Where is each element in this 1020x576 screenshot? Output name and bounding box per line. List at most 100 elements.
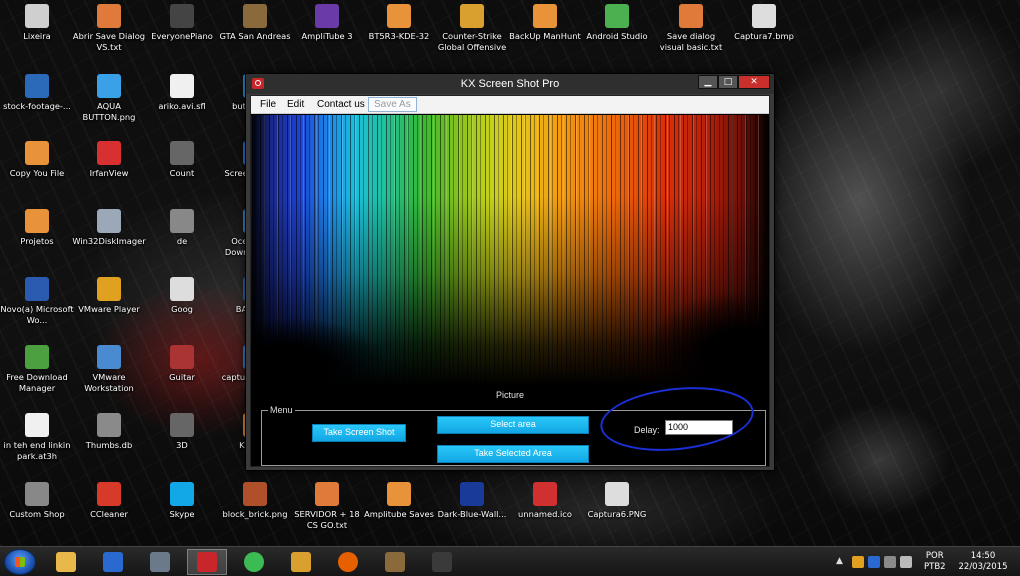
tray-app-icon[interactable] bbox=[852, 556, 864, 568]
taskbar-gta-button[interactable] bbox=[375, 549, 415, 575]
select-area-button[interactable]: Select area bbox=[437, 416, 589, 434]
language-indicator[interactable]: POR PTB2 bbox=[924, 551, 946, 573]
desktop-icon[interactable]: Guitar bbox=[145, 345, 219, 383]
tray-app-icon[interactable] bbox=[868, 556, 880, 568]
desktop-icon[interactable]: VMware Workstation bbox=[72, 345, 146, 394]
desktop-icon[interactable]: de bbox=[145, 209, 219, 247]
desktop-icon[interactable]: AQUA BUTTON.png bbox=[72, 74, 146, 123]
desktop-icon[interactable]: EveryonePiano bbox=[145, 4, 219, 42]
desktop-icon[interactable]: Novo(a) Microsoft Wo... bbox=[0, 277, 74, 326]
firefox-icon bbox=[338, 552, 358, 572]
take-screenshot-button[interactable]: Take Screen Shot bbox=[312, 424, 406, 442]
desktop-icon[interactable]: Captura7.bmp bbox=[727, 4, 801, 42]
menu-save-as[interactable]: Save As bbox=[368, 97, 417, 112]
desktop-icon[interactable]: in teh end linkin park.at3h bbox=[0, 413, 74, 462]
desktop-icon[interactable]: GTA San Andreas bbox=[218, 4, 292, 42]
desktop-icon[interactable]: Lixeira bbox=[0, 4, 74, 42]
desktop-icon-label: IrfanView bbox=[89, 168, 129, 178]
vmware-icon bbox=[97, 277, 121, 301]
taskbar-udk-button[interactable] bbox=[422, 549, 462, 575]
desktop-icon-label: Captura7.bmp bbox=[734, 31, 794, 41]
desktop-icon[interactable]: Thumbs.db bbox=[72, 413, 146, 451]
desktop-icon[interactable]: Free Download Manager bbox=[0, 345, 74, 394]
close-button[interactable]: ✕ bbox=[738, 75, 770, 89]
taskbar-kx-screenshot-button[interactable] bbox=[187, 549, 227, 575]
desktop-icon[interactable]: VMware Player bbox=[72, 277, 146, 315]
desktop-icon[interactable]: Copy You File bbox=[0, 141, 74, 179]
vmware-icon bbox=[97, 345, 121, 369]
desktop-icon[interactable]: Captura6.PNG bbox=[580, 482, 654, 520]
desktop-icon-label: Android Studio bbox=[586, 31, 648, 41]
volume-icon[interactable] bbox=[900, 556, 912, 568]
take-selected-area-button[interactable]: Take Selected Area bbox=[437, 445, 589, 463]
desktop-icon-label: 3D bbox=[176, 440, 188, 450]
desktop-icon[interactable]: BT5R3-KDE-32 bbox=[362, 4, 436, 42]
clock[interactable]: 14:50 22/03/2015 bbox=[952, 551, 1014, 573]
folder-icon bbox=[25, 141, 49, 165]
start-button[interactable] bbox=[4, 549, 36, 575]
menu-file[interactable]: File bbox=[260, 99, 276, 110]
desktop-icon-label: Lixeira bbox=[23, 31, 51, 41]
desktop-icon[interactable]: Win32DiskImager bbox=[72, 209, 146, 247]
desktop-icon[interactable]: stock-footage-... bbox=[0, 74, 74, 112]
desktop-icon-label: de bbox=[176, 236, 188, 246]
disk-imager-icon bbox=[97, 209, 121, 233]
csgo-icon bbox=[291, 552, 311, 572]
taskbar-csgo-button[interactable] bbox=[281, 549, 321, 575]
folder-icon bbox=[533, 4, 557, 28]
menu-group-box: Menu Take Screen Shot Select area Take S… bbox=[261, 405, 766, 466]
irfanview-icon bbox=[97, 141, 121, 165]
language-code: POR bbox=[925, 551, 944, 561]
desktop-icon[interactable]: AmpliTube 3 bbox=[290, 4, 364, 42]
network-icon[interactable] bbox=[884, 556, 896, 568]
desktop-icon[interactable]: Save dialog visual basic.txt bbox=[654, 4, 728, 53]
keyboard-layout: PTB2 bbox=[924, 562, 946, 572]
desktop-icon[interactable]: IrfanView bbox=[72, 141, 146, 179]
camera-icon bbox=[533, 482, 557, 506]
taskbar-chrome-button[interactable] bbox=[234, 549, 274, 575]
desktop-icon-label: Goog bbox=[171, 304, 193, 314]
desktop-icon[interactable]: unnamed.ico bbox=[508, 482, 582, 520]
skype-icon bbox=[170, 482, 194, 506]
desktop-icon-label: Save dialog visual basic.txt bbox=[659, 31, 723, 52]
taskbar-firefox-button[interactable] bbox=[328, 549, 368, 575]
desktop-icon-label: Free Download Manager bbox=[6, 372, 68, 393]
desktop-icon[interactable]: Abrir Save Dialog VS.txt bbox=[72, 4, 146, 53]
tray-overflow-icon[interactable]: ▲ bbox=[836, 556, 843, 566]
desktop-icon[interactable]: BackUp ManHunt bbox=[508, 4, 582, 42]
desktop-icon[interactable]: block_brick.png bbox=[218, 482, 292, 520]
desktop-icon[interactable]: Dark-Blue-Wall... bbox=[435, 482, 509, 520]
desktop-icon[interactable]: Amplitube Saves bbox=[362, 482, 436, 520]
desktop-icon[interactable]: Skype bbox=[145, 482, 219, 520]
desktop-icon[interactable]: ariko.avi.sfl bbox=[145, 74, 219, 112]
recycle-bin-icon bbox=[25, 4, 49, 28]
delay-input[interactable]: 1000 bbox=[665, 420, 733, 435]
desktop-icon[interactable]: Count bbox=[145, 141, 219, 179]
desktop-icon-label: Captura6.PNG bbox=[587, 509, 647, 519]
desktop-icon[interactable]: CCleaner bbox=[72, 482, 146, 520]
ccleaner-icon bbox=[97, 482, 121, 506]
kx-screenshot-window: KX Screen Shot Pro ▁ □ ✕ File Edit Conta… bbox=[245, 73, 775, 471]
desktop-icon-label: Copy You File bbox=[9, 168, 65, 178]
menu-contact-us[interactable]: Contact us bbox=[317, 99, 365, 110]
desktop-icon[interactable]: Custom Shop bbox=[0, 482, 74, 520]
maximize-button[interactable]: □ bbox=[718, 75, 738, 89]
minimize-button[interactable]: ▁ bbox=[698, 75, 718, 89]
folder-icon bbox=[387, 482, 411, 506]
game-icon bbox=[243, 4, 267, 28]
menu-edit[interactable]: Edit bbox=[287, 99, 304, 110]
window-title: KX Screen Shot Pro bbox=[460, 78, 560, 90]
desktop-icon[interactable]: Counter-Strike Global Offensive bbox=[435, 4, 509, 53]
udk-icon bbox=[432, 552, 452, 572]
desktop-icon[interactable]: Goog bbox=[145, 277, 219, 315]
desktop-icon-label: ariko.avi.sfl bbox=[158, 101, 206, 111]
desktop-icon-label: stock-footage-... bbox=[3, 101, 71, 111]
taskbar-file-explorer-button[interactable] bbox=[46, 549, 86, 575]
desktop-icon[interactable]: Projetos bbox=[0, 209, 74, 247]
taskbar-counter-strike-button[interactable] bbox=[140, 549, 180, 575]
taskbar-tgc-button[interactable] bbox=[93, 549, 133, 575]
desktop-icon[interactable]: Android Studio bbox=[580, 4, 654, 42]
desktop-icon[interactable]: 3D bbox=[145, 413, 219, 451]
desktop-icon[interactable]: SERVIDOR + 18 CS GO.txt bbox=[290, 482, 364, 531]
title-bar[interactable]: KX Screen Shot Pro ▁ □ ✕ bbox=[246, 74, 774, 94]
